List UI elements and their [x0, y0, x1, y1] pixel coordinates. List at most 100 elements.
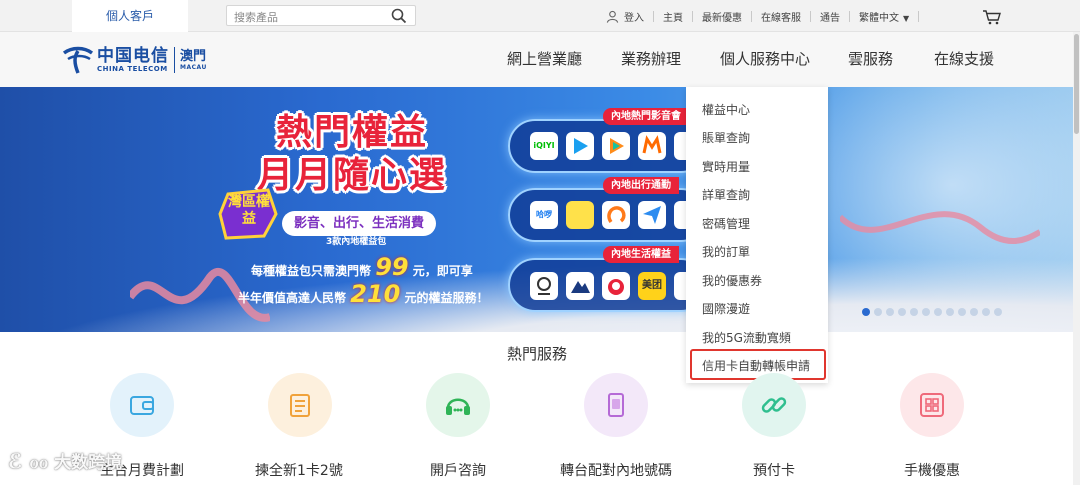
service-monthly-plan[interactable] — [110, 373, 174, 437]
service-phone-offers[interactable] — [900, 373, 964, 437]
carousel-dot[interactable] — [958, 308, 966, 316]
carousel-dot[interactable] — [994, 308, 1002, 316]
carousel-dots — [862, 308, 1002, 316]
logo-region: 澳門 MACAU — [180, 49, 207, 72]
service-label[interactable]: 手機優惠 — [904, 460, 960, 480]
banner-title-line2: 月月隨心選 — [257, 155, 448, 196]
tencent-video-app-icon — [566, 132, 594, 160]
divider — [918, 10, 920, 22]
menu-item-my-orders[interactable]: 我的訂單 — [702, 243, 750, 260]
online-support-link[interactable]: 在線客服 — [761, 9, 801, 24]
badge-text: 灣區權益 — [228, 194, 270, 227]
caret-down-icon: ▼ — [903, 13, 910, 23]
carousel-dot[interactable] — [910, 308, 918, 316]
banner-price-line2: 半年價值高達人民幣 210 元的權益服務！ — [238, 280, 489, 308]
scrollbar-thumb[interactable] — [1074, 34, 1079, 134]
paper-plane-icon — [643, 206, 661, 224]
divider — [810, 10, 811, 22]
logo-cn-text: 中国电信 — [97, 45, 169, 66]
highlight-box — [690, 349, 826, 380]
nav-business[interactable]: 業務辦理 — [621, 32, 681, 87]
utility-links: 登入 主頁 最新優惠 在線客服 通告 繁體中文 ▼ — [606, 0, 928, 32]
service-label[interactable]: 開戶咨詢 — [430, 460, 486, 480]
carousel-dot[interactable] — [946, 308, 954, 316]
wallet-icon — [130, 396, 154, 415]
carousel-dot[interactable] — [886, 308, 894, 316]
menu-item-my-coupons[interactable]: 我的優惠券 — [702, 272, 762, 289]
nav-personal-service-center[interactable]: 個人服務中心 — [720, 32, 810, 87]
menu-item-password-management[interactable]: 密碼管理 — [702, 215, 750, 232]
carousel-dot[interactable] — [862, 308, 870, 316]
grid-icon — [920, 393, 944, 417]
logo-text: 中国电信 CHINA TELECOM — [97, 47, 169, 74]
document-icon — [290, 394, 310, 417]
mango-icon — [642, 135, 662, 154]
logo-region-cn: 澳門 — [180, 48, 207, 64]
banner-price-line1: 每種權益包只需澳門幣 99 元，即可享 — [251, 253, 473, 281]
price-line2-post: 元的權益服務！ — [404, 291, 489, 305]
play-icon — [574, 138, 588, 154]
service-label[interactable]: 轉台配對內地號碼 — [560, 460, 672, 480]
banner-title-line1: 熱門權益 — [276, 112, 429, 153]
divider — [692, 10, 693, 22]
meituan-app-icon: 美团 — [638, 272, 666, 300]
search-input[interactable] — [227, 8, 377, 27]
latest-offers-link[interactable]: 最新優惠 — [702, 9, 742, 24]
logo-en-text: CHINA TELECOM — [97, 64, 168, 73]
service-mainland-number[interactable] — [584, 373, 648, 437]
telecom-logo-icon — [62, 46, 94, 74]
personal-service-dropdown: 權益中心 賬單查詢 實時用量 詳單查詢 密碼管理 我的訂單 我的優惠券 國際漫遊… — [686, 87, 828, 383]
cart-icon[interactable] — [982, 9, 1002, 25]
notices-link[interactable]: 通告 — [820, 9, 840, 24]
life-app-icon-3 — [602, 272, 630, 300]
didi-app-icon — [602, 201, 630, 229]
carousel-dot[interactable] — [922, 308, 930, 316]
carousel-dot[interactable] — [934, 308, 942, 316]
menu-item-detail-inquiry[interactable]: 詳單查詢 — [702, 186, 750, 203]
divider — [653, 10, 654, 22]
search-icon[interactable] — [391, 8, 407, 24]
menu-item-realtime-usage[interactable]: 實時用量 — [702, 158, 750, 175]
service-label[interactable]: 揀全新1卡2號 — [255, 460, 343, 480]
price-line2-num: 210 — [350, 280, 401, 308]
tab-personal-customer[interactable]: 個人客戶 — [72, 0, 188, 32]
carousel-dot[interactable] — [898, 308, 906, 316]
login-link[interactable]: 登入 — [624, 9, 644, 24]
app-group-tag-life: 內地生活權益 — [603, 246, 679, 263]
didi-icon — [607, 206, 626, 224]
user-icon — [606, 10, 619, 23]
app-group-tag-travel: 內地出行通勤 — [603, 177, 679, 194]
divider — [751, 10, 752, 22]
app-group-tag-media: 內地熱門影音會 — [603, 108, 689, 125]
top-utility-bar: 個人客戶 登入 主頁 最新優惠 在線客服 通告 繁體中文 ▼ — [0, 0, 1080, 32]
life-app-icon-2 — [566, 272, 594, 300]
language-selector[interactable]: 繁體中文 ▼ — [859, 9, 909, 24]
service-account-inquiry[interactable] — [426, 373, 490, 437]
hellobike-app-icon: 哈啰 — [530, 201, 558, 229]
nav-online-hall[interactable]: 網上營業廳 — [507, 32, 582, 87]
carousel-dot[interactable] — [970, 308, 978, 316]
logo-region-en: MACAU — [180, 63, 207, 71]
main-header: 中国电信 CHINA TELECOM 澳門 MACAU 網上營業廳 業務辦理 個… — [0, 32, 1080, 87]
nav-online-support[interactable]: 在線支援 — [934, 32, 994, 87]
menu-item-benefits-center[interactable]: 權益中心 — [702, 101, 750, 118]
watermark: ℰ ℴℴ 大数跨境 — [8, 448, 122, 473]
menu-item-international-roaming[interactable]: 國際漫遊 — [702, 300, 750, 317]
china-telecom-logo[interactable]: 中国电信 CHINA TELECOM 澳門 MACAU — [62, 40, 207, 80]
service-new-sim[interactable] — [268, 373, 332, 437]
price-line1-pre: 每種權益包只需澳門幣 — [251, 264, 372, 278]
carousel-dot[interactable] — [982, 308, 990, 316]
logo-divider — [174, 47, 175, 73]
watermark-text: 大数跨境 — [54, 453, 123, 473]
menu-item-5g-broadband[interactable]: 我的5G流動寬頻 — [702, 329, 791, 346]
carousel-dot[interactable] — [874, 308, 882, 316]
nav-cloud-service[interactable]: 雲服務 — [848, 32, 893, 87]
price-line2-pre: 半年價值高達人民幣 — [238, 291, 347, 305]
menu-item-bill-inquiry[interactable]: 賬單查詢 — [702, 129, 750, 146]
service-label[interactable]: 預付卡 — [753, 460, 795, 480]
mango-tv-app-icon — [638, 132, 666, 160]
home-link[interactable]: 主頁 — [663, 9, 683, 24]
service-prepaid-card[interactable] — [742, 373, 806, 437]
hot-services-title: 熱門服務 — [507, 345, 568, 363]
iqiyi-app-icon: iQIYI — [530, 132, 558, 160]
